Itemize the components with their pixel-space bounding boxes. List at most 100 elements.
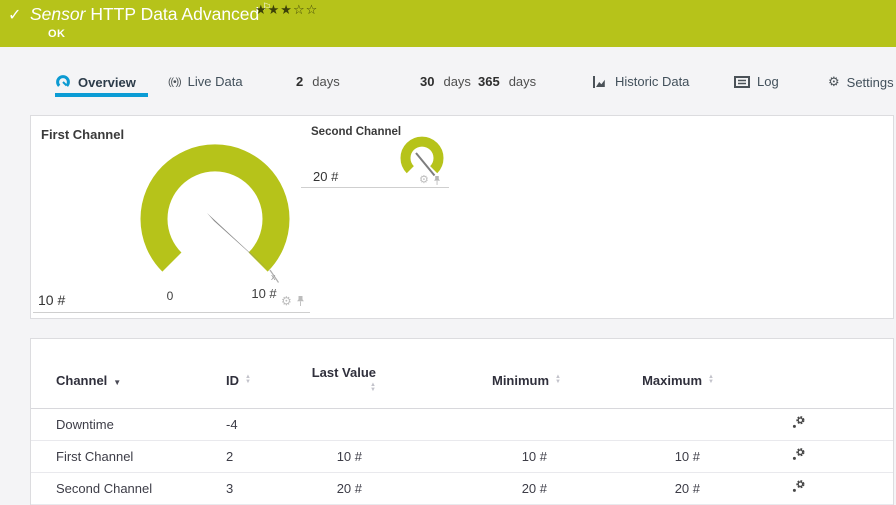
channel-id: 3 [226, 472, 304, 505]
tab-label: Historic Data [615, 74, 690, 89]
status-ok-check-icon: ✓ [8, 7, 22, 24]
column-label: ID [226, 372, 239, 388]
overview-gauges-panel: First Channel x 0 10 # 10 # ⚙ Second Cha… [30, 115, 894, 319]
pin-icon[interactable] [296, 295, 305, 307]
pin-icon[interactable] [433, 175, 441, 186]
channel-table: Channel ▼ ID ▲ ▼ Last Value ▲ ▼ Minimum ▲ ▼ Max… [31, 339, 893, 505]
tab-bar: Overview ((•)) Live Data 2 days 30 days 36… [0, 47, 896, 110]
tab-label: days [443, 74, 471, 89]
channel-gear-icon[interactable]: ⚙ [419, 175, 429, 186]
second-channel-gauge-title: Second Channel [311, 126, 402, 138]
tab-overview[interactable]: Overview [55, 74, 136, 90]
channel-id: 2 [226, 440, 304, 473]
gauge-needle [207, 213, 274, 275]
status-badge: OK [48, 28, 66, 40]
tab-label: Overview [78, 74, 136, 90]
second-gauge-needle [415, 152, 436, 177]
tab-365-days[interactable]: 365 days [478, 74, 536, 89]
log-icon [734, 75, 750, 88]
tab-number: 30 [420, 74, 435, 89]
gauge-icon [55, 74, 71, 90]
tab-2-days[interactable]: 2 days [296, 74, 340, 89]
channel-maximum: 20 # [561, 472, 714, 505]
column-header-minimum[interactable]: Minimum ▲ ▼ [376, 339, 561, 409]
sensor-title-name: HTTP Data Advanced [90, 4, 260, 24]
first-channel-gauge [140, 136, 444, 283]
sort-icon: ▲ ▼ [708, 374, 714, 386]
gauge-arc [140, 144, 290, 272]
priority-stars[interactable]: ★★★☆☆ [255, 2, 318, 18]
sort-desc-icon: ▼ [113, 377, 122, 387]
channel-actions-cell [714, 472, 893, 505]
channel-settings-gears-icon[interactable] [791, 447, 806, 465]
channel-minimum: 20 # [376, 472, 561, 505]
historic-chart-icon [592, 75, 608, 89]
column-label: Maximum [642, 372, 703, 388]
channel-last-value: 10 # [304, 440, 376, 473]
second-gauge-arc [400, 136, 444, 174]
column-header-last-value[interactable]: Last Value ▲ ▼ [304, 339, 376, 409]
channel-minimum: 10 # [376, 440, 561, 473]
channel-maximum: 10 # [561, 440, 714, 473]
sensor-title-prefix: Sensor [30, 4, 86, 24]
tab-number: 2 [296, 74, 304, 89]
tab-label: Log [757, 74, 779, 89]
tab-30-days[interactable]: 30 days [420, 74, 471, 89]
first-channel-gauge-title: First Channel [41, 127, 125, 142]
column-label: Last Value [311, 365, 376, 380]
channel-name: Downtime [31, 408, 226, 441]
gauge-scale-max-label: 10 # [251, 286, 277, 301]
tab-label: Live Data [187, 74, 243, 89]
channel-actions-cell [714, 408, 893, 441]
column-header-channel[interactable]: Channel ▼ [31, 339, 226, 409]
channel-maximum [561, 408, 714, 441]
column-header-actions [714, 339, 893, 409]
tab-settings[interactable]: ⚙ Settings [828, 74, 894, 90]
column-label: Minimum [491, 372, 550, 388]
channel-name: Second Channel [31, 472, 226, 505]
needle-tip-marker: x [271, 272, 276, 282]
first-channel-cell-actions: ⚙ [281, 295, 305, 307]
table-row: First Channel 2 10 # 10 # 10 # [31, 440, 893, 473]
channel-settings-gears-icon[interactable] [791, 415, 806, 433]
sort-icon: ▲ ▼ [245, 374, 251, 386]
gauge-scale-min-label: 0 [166, 289, 174, 303]
channel-minimum [376, 408, 561, 441]
live-data-icon: ((•)) [168, 75, 182, 88]
sort-icon: ▲ ▼ [555, 374, 561, 386]
tab-label: days [312, 74, 340, 89]
second-channel-cell-actions: ⚙ [419, 175, 441, 186]
channel-last-value: 20 # [304, 472, 376, 505]
column-header-maximum[interactable]: Maximum ▲ ▼ [561, 339, 714, 409]
sort-icon: ▲ ▼ [370, 381, 376, 393]
channel-last-value [304, 408, 376, 441]
stars-empty: ☆☆ [292, 2, 319, 17]
sensor-page: ✓ Sensor HTTP Data Advanced ⚐ ★★★☆☆ OK Ov… [0, 0, 896, 505]
first-channel-cell-divider [33, 312, 310, 313]
tab-label: Settings [846, 74, 894, 90]
stars-filled: ★★★ [255, 2, 293, 17]
channel-table-panel: Channel ▼ ID ▲ ▼ Last Value ▲ ▼ Minimum ▲ ▼ Max… [30, 338, 894, 505]
column-label: Channel [56, 372, 108, 388]
channel-id: -4 [226, 408, 304, 441]
gear-icon: ⚙ [828, 74, 840, 89]
sensor-status-header: ✓ Sensor HTTP Data Advanced ⚐ ★★★☆☆ OK [0, 0, 896, 47]
table-row: Second Channel 3 20 # 20 # 20 # [31, 472, 893, 505]
tab-live-data[interactable]: ((•)) Live Data [168, 74, 243, 89]
column-header-id[interactable]: ID ▲ ▼ [226, 339, 304, 409]
second-channel-cell-divider [301, 187, 449, 188]
table-row: Downtime -4 [31, 408, 893, 441]
tab-historic-data[interactable]: Historic Data [592, 74, 689, 89]
channel-actions-cell [714, 440, 893, 473]
channel-gear-icon[interactable]: ⚙ [281, 295, 292, 307]
channel-settings-gears-icon[interactable] [791, 479, 806, 497]
first-channel-current-value: 10 # [38, 292, 66, 308]
tab-label: days [508, 74, 537, 89]
table-header-row: Channel ▼ ID ▲ ▼ Last Value ▲ ▼ Minimum ▲ ▼ Max… [31, 339, 893, 409]
second-channel-current-value: 20 # [313, 169, 339, 184]
sensor-title: Sensor HTTP Data Advanced ⚐ [30, 2, 271, 25]
tab-log[interactable]: Log [734, 74, 779, 89]
tab-number: 365 [478, 74, 500, 89]
active-tab-underline [55, 93, 148, 97]
channel-name: First Channel [31, 440, 226, 473]
